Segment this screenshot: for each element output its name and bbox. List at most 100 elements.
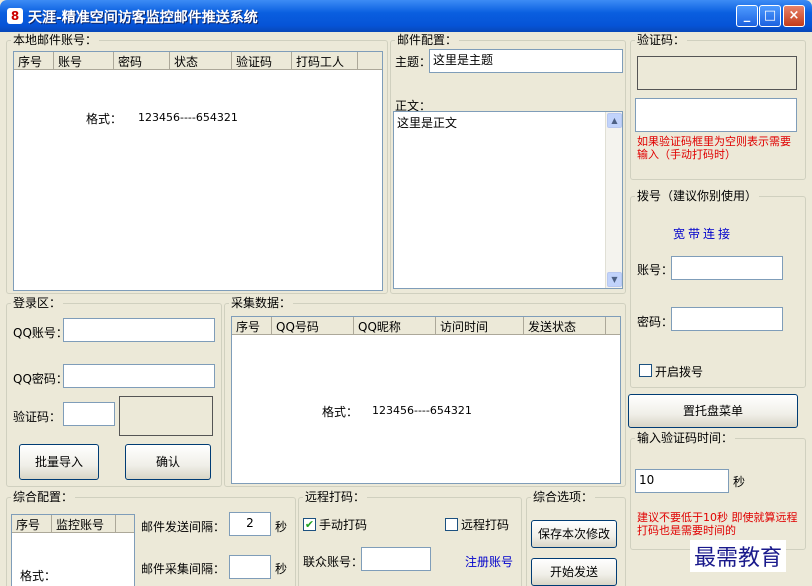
captcha-time-label: 输入验证码时间：: [635, 431, 736, 445]
collected-data-header: 序号 QQ号码 QQ昵称 访问时间 发送状态: [232, 317, 620, 335]
dialup-account-label: 账号：: [637, 263, 674, 277]
mail-config-label: 邮件配置：: [395, 33, 460, 47]
qq-account-label: QQ账号：: [13, 326, 68, 340]
captcha-note: 如果验证码框里为空则表示需要输入（手动打码时）: [637, 135, 791, 161]
enable-dialup-checkbox[interactable]: [639, 364, 652, 377]
body-scrollbar[interactable]: ▲ ▼: [605, 112, 622, 288]
confirm-button[interactable]: 确认: [125, 444, 211, 480]
start-send-button[interactable]: 开始发送: [531, 558, 617, 586]
local-accounts-group: 本地邮件账号： 序号 账号 密码 状态 验证码 打码工人 格式： 123456-…: [6, 33, 388, 294]
broadband-label: 宽带连接: [673, 227, 734, 241]
column-header[interactable]: QQ号码: [272, 317, 354, 334]
column-header[interactable]: 账号: [54, 52, 114, 69]
qq-password-label: QQ密码：: [13, 372, 68, 386]
scroll-up-icon[interactable]: ▲: [607, 113, 622, 128]
maximize-button[interactable]: □: [759, 5, 781, 27]
body-text: 这里是正文: [397, 116, 458, 130]
local-accounts-list[interactable]: 序号 账号 密码 状态 验证码 打码工人 格式： 123456----65432…: [13, 51, 383, 291]
column-header[interactable]: 打码工人: [292, 52, 358, 69]
app-icon: 8: [7, 8, 23, 24]
tray-menu-button[interactable]: 置托盘菜单: [628, 394, 798, 428]
window-title: 天涯-精准空间访客监控邮件推送系统: [28, 10, 258, 26]
scroll-down-icon[interactable]: ▼: [607, 272, 622, 287]
collect-interval-unit: 秒: [275, 562, 288, 576]
captcha-input[interactable]: [635, 98, 797, 132]
enable-dialup-label: 开启拨号: [655, 365, 704, 379]
local-accounts-label: 本地邮件账号：: [11, 33, 100, 47]
dialup-label: 拨号（建议你别使用）: [635, 189, 760, 203]
close-button[interactable]: ×: [783, 5, 805, 27]
dialup-account-input[interactable]: [671, 256, 783, 280]
watermark-text: 最需教育: [690, 540, 787, 572]
column-header[interactable]: 序号: [232, 317, 272, 334]
general-config-label: 综合配置：: [11, 490, 76, 504]
login-captcha-label: 验证码：: [13, 410, 62, 424]
batch-import-button[interactable]: 批量导入: [19, 444, 99, 480]
login-label: 登录区：: [11, 296, 64, 310]
column-header[interactable]: 密码: [114, 52, 170, 69]
qq-account-input[interactable]: [63, 318, 215, 342]
remote-captcha-option-label: 远程打码: [461, 518, 510, 532]
maximize-icon: □: [763, 8, 777, 23]
column-header[interactable]: 发送状态: [524, 317, 606, 334]
remote-captcha-checkbox[interactable]: [445, 518, 458, 531]
qq-password-input[interactable]: [63, 364, 215, 388]
subject-input[interactable]: 这里是主题: [429, 49, 623, 73]
send-interval-label: 邮件发送间隔：: [141, 520, 226, 534]
format-label: 格式：: [20, 569, 57, 583]
save-changes-button[interactable]: 保存本次修改: [531, 520, 617, 548]
register-account-link[interactable]: 注册账号: [465, 553, 513, 570]
column-header[interactable]: 访问时间: [436, 317, 524, 334]
login-captcha-input[interactable]: [63, 402, 115, 426]
collected-data-list[interactable]: 序号 QQ号码 QQ昵称 访问时间 发送状态 格式： 123456----654…: [231, 316, 621, 484]
column-header[interactable]: 序号: [12, 515, 52, 532]
collected-data-label: 采集数据：: [229, 296, 294, 310]
options-label: 综合选项：: [531, 490, 596, 504]
column-header[interactable]: 序号: [14, 52, 54, 69]
remote-captcha-group: 远程打码： ✔ 手动打码 远程打码 联众账号： 注册账号: [298, 490, 522, 586]
manual-captcha-checkbox[interactable]: ✔: [303, 518, 316, 531]
dialup-password-label: 密码：: [637, 315, 674, 329]
lianzhong-account-input[interactable]: [361, 547, 431, 571]
captcha-image: [637, 56, 797, 90]
minimize-button[interactable]: _: [736, 5, 758, 27]
monitor-accounts-list[interactable]: 序号 监控账号 格式：: [11, 514, 135, 586]
options-group: 综合选项： 保存本次修改 开始发送: [526, 490, 626, 586]
monitor-accounts-header: 序号 监控账号: [12, 515, 134, 533]
app-window: 8 天涯-精准空间访客监控邮件推送系统 _ □ × 本地邮件账号： 序号 账号 …: [0, 0, 812, 586]
local-accounts-header: 序号 账号 密码 状态 验证码 打码工人: [14, 52, 382, 70]
send-interval-input[interactable]: 2: [229, 512, 271, 536]
format-label: 格式：: [86, 112, 123, 126]
collect-interval-input[interactable]: [229, 555, 271, 579]
format-value: 123456----654321: [372, 404, 472, 417]
captcha-time-input[interactable]: 10: [635, 469, 729, 493]
captcha-label: 验证码：: [635, 33, 688, 47]
collect-interval-label: 邮件采集间隔：: [141, 562, 226, 576]
login-captcha-image: [119, 396, 213, 436]
body-textarea[interactable]: 这里是正文 ▲ ▼: [393, 111, 623, 289]
column-header[interactable]: 监控账号: [52, 515, 116, 532]
column-header[interactable]: QQ昵称: [354, 317, 436, 334]
manual-captcha-label: 手动打码: [319, 518, 368, 532]
dialup-group: 拨号（建议你别使用） 宽带连接 账号： 密码： 开启拨号: [630, 189, 806, 388]
minimize-icon: _: [743, 8, 751, 23]
format-value: 123456----654321: [138, 111, 238, 124]
mail-config-group: 邮件配置： 主题： 这里是主题 正文： 这里是正文 ▲ ▼: [390, 33, 626, 294]
captcha-group: 验证码： 如果验证码框里为空则表示需要输入（手动打码时）: [630, 33, 806, 180]
general-config-group: 综合配置： 序号 监控账号 格式： 邮件发送间隔： 2 秒 邮件采集间隔： 秒: [6, 490, 296, 586]
captcha-time-note: 建议不要低于10秒 即使就算远程打码也是需要时间的: [637, 511, 798, 537]
collected-data-group: 采集数据： 序号 QQ号码 QQ昵称 访问时间 发送状态 格式： 123456-…: [224, 296, 626, 487]
column-header[interactable]: 状态: [170, 52, 232, 69]
send-interval-unit: 秒: [275, 520, 288, 534]
close-icon: ×: [788, 8, 800, 23]
login-group: 登录区： QQ账号： QQ密码： 验证码： 批量导入 确认: [6, 296, 222, 487]
lianzhong-account-label: 联众账号：: [303, 555, 364, 569]
captcha-time-unit: 秒: [733, 475, 746, 489]
column-header[interactable]: 验证码: [232, 52, 292, 69]
subject-label: 主题：: [395, 55, 432, 69]
remote-captcha-label: 远程打码：: [303, 490, 368, 504]
dialup-password-input[interactable]: [671, 307, 783, 331]
format-label: 格式：: [322, 405, 359, 419]
title-bar[interactable]: 8 天涯-精准空间访客监控邮件推送系统 _ □ ×: [0, 0, 812, 32]
captcha-time-group: 输入验证码时间： 10 秒 建议不要低于10秒 即使就算远程打码也是需要时间的: [630, 431, 806, 550]
